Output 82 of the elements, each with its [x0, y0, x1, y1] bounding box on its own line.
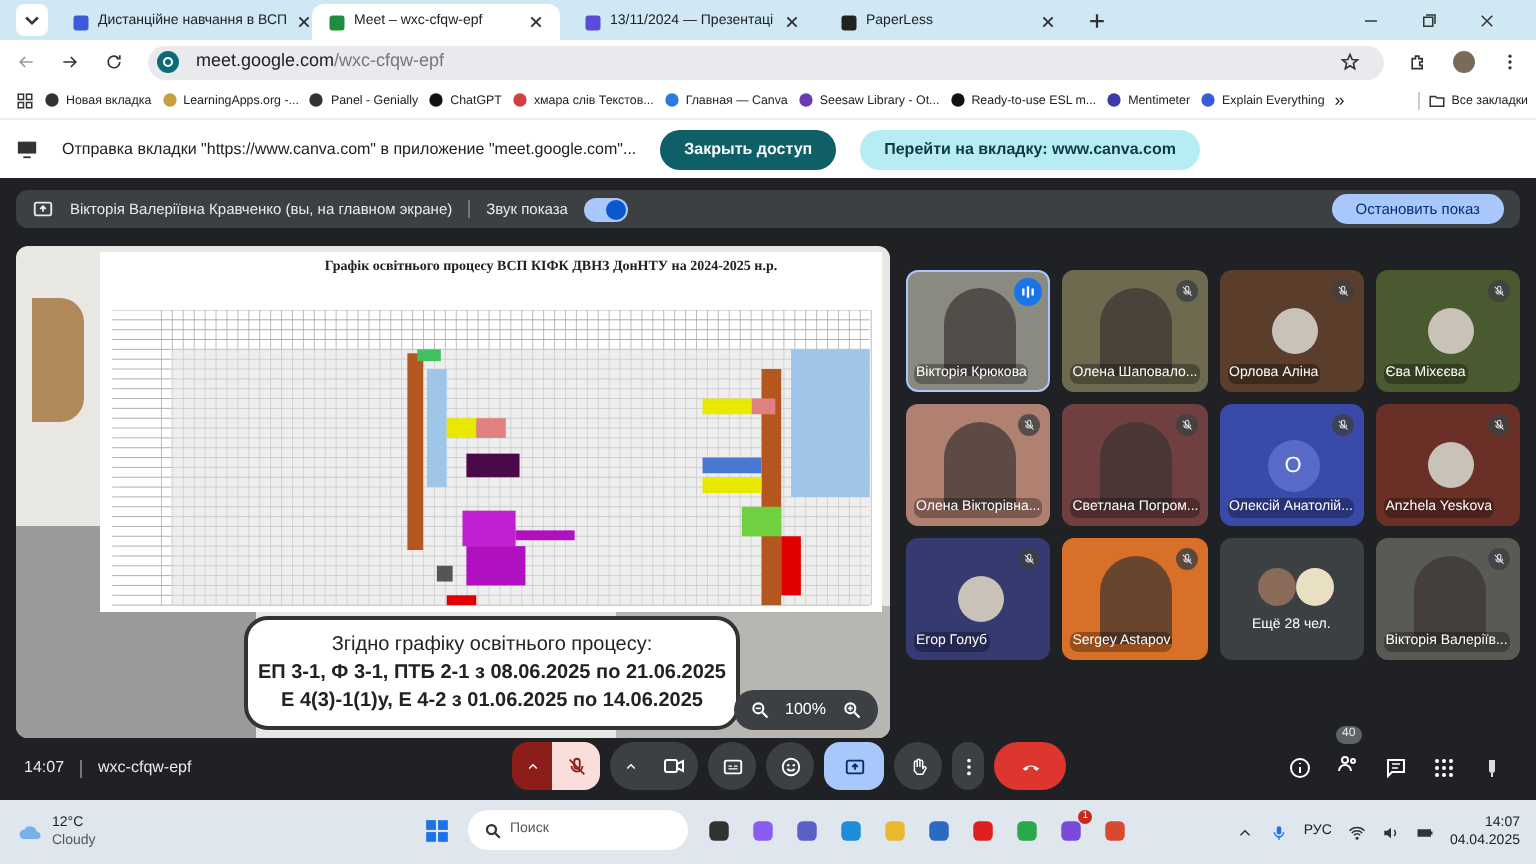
avatar	[1257, 568, 1295, 606]
more-options-button[interactable]	[952, 742, 984, 790]
raise-hand-button[interactable]	[894, 742, 942, 790]
avatar	[1427, 442, 1474, 488]
captions-icon	[721, 755, 743, 777]
captions-button[interactable]	[708, 742, 756, 790]
profile-avatar-icon[interactable]	[1452, 50, 1476, 74]
notice-text: Е 4(3)-1(1)у, Е 4-2 з 01.06.2025 по 14.06.2025	[281, 687, 703, 715]
smiley-icon	[779, 755, 801, 777]
notice-text: ЕП 3-1, Ф 3-1, ПТБ 2-1 з 08.06.2025 по 21.06.2025	[257, 659, 726, 687]
search-icon	[484, 821, 502, 839]
apps-grid-icon[interactable]	[1432, 756, 1456, 780]
tab-favicon-icon	[328, 13, 346, 31]
bookmark-favicon-icon	[797, 92, 814, 109]
avatar: О	[1267, 440, 1319, 492]
bookmark-favicon-icon	[511, 92, 528, 109]
avatar	[1427, 308, 1474, 354]
info-icon[interactable]	[1288, 756, 1312, 780]
extensions-icon[interactable]	[1408, 52, 1428, 72]
sharing-message: Отправка вкладки "https://www.canva.com" в приложение "meet.google.com"...	[62, 137, 637, 161]
new-tab-icon[interactable]	[1088, 12, 1106, 30]
more-bookmarks-button[interactable]: »	[1334, 87, 1345, 115]
bookmark-favicon-icon	[663, 92, 680, 109]
windows-start-icon[interactable]	[424, 817, 450, 843]
bookmark-favicon-icon	[161, 92, 178, 109]
volume-icon[interactable]	[1381, 823, 1400, 841]
present-screen-icon	[843, 755, 865, 777]
screen-share-icon	[16, 138, 38, 160]
tab-favicon-icon	[840, 13, 858, 31]
avatar	[1271, 308, 1317, 354]
avatar	[958, 576, 1004, 622]
bookmark-favicon-icon	[949, 92, 966, 109]
meeting-time: 14:07	[24, 756, 65, 780]
microphone-button[interactable]	[512, 742, 600, 790]
zoom-out-icon[interactable]	[749, 700, 770, 720]
close-icon[interactable]	[1040, 14, 1056, 30]
tab-favicon-icon	[584, 13, 602, 31]
reload-icon[interactable]	[104, 52, 124, 72]
zoom-in-icon[interactable]	[842, 700, 862, 720]
audio-toggle[interactable]	[583, 197, 628, 221]
mic-off-icon	[565, 755, 587, 777]
bookmark-favicon-icon	[308, 92, 325, 109]
switch-tab-button[interactable]: Перейти на вкладку: www.canva.com	[860, 129, 1200, 169]
back-icon[interactable]	[16, 52, 36, 72]
app-icon[interactable]	[926, 817, 952, 843]
bookmark-favicon-icon	[428, 92, 445, 109]
url-text: meet.google.com/wxc-cfqw-epf	[196, 48, 445, 75]
wifi-icon[interactable]	[1347, 823, 1366, 841]
present-screen-icon	[32, 198, 54, 220]
app-icon[interactable]	[794, 817, 820, 843]
apps-grid-icon[interactable]	[16, 92, 34, 110]
microphone-icon[interactable]	[1269, 823, 1288, 841]
camera-button[interactable]	[610, 742, 698, 790]
battery-icon[interactable]	[1415, 823, 1434, 841]
chat-icon[interactable]	[1384, 756, 1408, 780]
notice-text: Згідно графіку освітнього процесу:	[331, 631, 653, 659]
bookmark-favicon-icon	[1200, 92, 1217, 109]
people-icon[interactable]	[1336, 752, 1360, 776]
close-icon[interactable]	[528, 14, 544, 30]
bookmark-favicon-icon	[1106, 92, 1123, 109]
meeting-code: wxc-cfqw-epf	[98, 756, 192, 780]
emoji-button[interactable]	[766, 742, 814, 790]
app-icon[interactable]	[706, 817, 732, 843]
site-info-icon	[156, 50, 180, 74]
present-screen-button[interactable]	[824, 742, 884, 790]
star-icon[interactable]	[1340, 52, 1360, 72]
tab-favicon-icon	[72, 13, 90, 31]
camera-icon	[662, 754, 687, 778]
folder-icon	[1427, 91, 1446, 110]
close-icon[interactable]	[1478, 11, 1496, 29]
avatar	[1295, 568, 1333, 606]
bookmark-favicon-icon	[44, 92, 60, 109]
close-icon[interactable]	[784, 14, 800, 30]
decor-shape	[32, 298, 84, 422]
close-icon[interactable]	[295, 14, 312, 30]
forward-icon[interactable]	[60, 52, 80, 72]
leave-call-button[interactable]	[994, 742, 1066, 790]
restore-icon[interactable]	[1420, 11, 1438, 29]
zoom-level: 100%	[785, 698, 826, 722]
address-field[interactable]: meet.google.com/wxc-cfqw-epf	[148, 45, 1384, 79]
tab-list-icon[interactable]	[16, 4, 48, 36]
stop-sharing-button[interactable]: Закрыть доступ	[660, 129, 837, 169]
